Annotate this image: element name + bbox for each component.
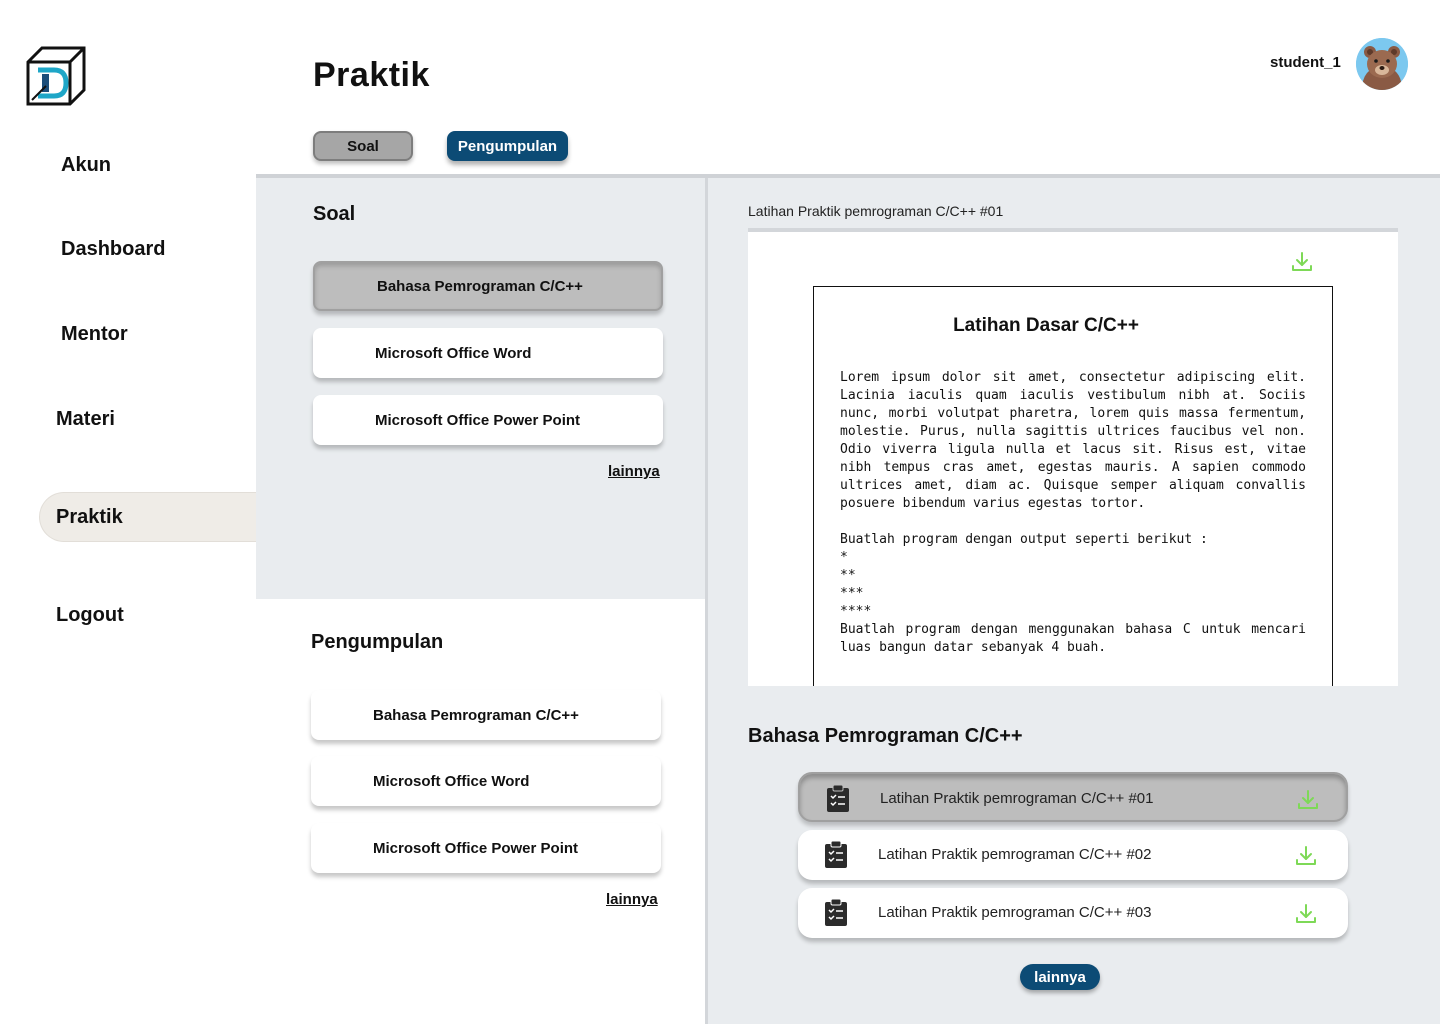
sidebar-item-logout[interactable]: Logout (56, 604, 124, 627)
download-icon (1296, 904, 1316, 923)
soal-item-word[interactable]: Microsoft Office Word (313, 328, 663, 378)
pengumpulan-more-link[interactable]: lainnya (606, 891, 658, 908)
pengumpulan-item-c[interactable]: Bahasa Pemrograman C/C++ (311, 690, 661, 740)
app-logo (24, 44, 88, 108)
sidebar-item-materi[interactable]: Materi (56, 408, 115, 431)
document-task-2: Buatlah program dengan menggunakan bahas… (840, 622, 1306, 655)
download-icon (1296, 846, 1316, 865)
tab-pengumpulan[interactable]: Pengumpulan (447, 131, 568, 161)
sidebar-item-praktik[interactable]: Praktik (56, 506, 123, 529)
sidebar-item-dashboard[interactable]: Dashboard (61, 238, 165, 261)
document-page: Latihan Dasar C/C++ Lorem ipsum dolor si… (813, 286, 1333, 686)
soal-more-link[interactable]: lainnya (608, 463, 660, 480)
document-body: Lorem ipsum dolor sit amet, consectetur … (840, 369, 1306, 657)
page-title: Praktik (313, 56, 430, 94)
pengumpulan-item-word[interactable]: Microsoft Office Word (311, 756, 661, 806)
soal-panel (256, 178, 705, 599)
sidebar-item-mentor[interactable]: Mentor (61, 323, 128, 346)
pengumpulan-title: Pengumpulan (311, 631, 444, 653)
cube-logo-icon (26, 46, 86, 106)
pattern-line: * (840, 550, 848, 565)
tab-soal[interactable]: Soal (313, 131, 413, 161)
clipboard-icon (825, 899, 847, 926)
document-task-1: Buatlah program dengan output seperti be… (840, 532, 1208, 547)
vertical-divider (705, 178, 708, 1024)
pattern-line: *** (840, 586, 864, 601)
download-icon[interactable] (1290, 250, 1314, 274)
file-row[interactable]: Latihan Praktik pemrograman C/C++ #03 (798, 888, 1348, 938)
files-more-button[interactable]: lainnya (1020, 964, 1100, 990)
files-title: Bahasa Pemrograman C/C++ (748, 725, 1023, 747)
clipboard-icon (825, 841, 847, 868)
file-row[interactable]: Latihan Praktik pemrograman C/C++ #01 (798, 772, 1348, 822)
file-name: Latihan Praktik pemrograman C/C++ #03 (878, 904, 1152, 921)
soal-item-c[interactable]: Bahasa Pemrograman C/C++ (313, 261, 663, 311)
preview-caption: Latihan Praktik pemrograman C/C++ #01 (748, 203, 1004, 219)
pattern-line: ** (840, 568, 856, 583)
pattern-line: **** (840, 604, 872, 619)
soal-item-powerpoint[interactable]: Microsoft Office Power Point (313, 395, 663, 445)
file-row[interactable]: Latihan Praktik pemrograman C/C++ #02 (798, 830, 1348, 880)
bear-avatar-icon (1356, 38, 1408, 90)
file-name: Latihan Praktik pemrograman C/C++ #02 (878, 846, 1152, 863)
username-label[interactable]: student_1 (1270, 54, 1341, 71)
document-preview[interactable]: Latihan Dasar C/C++ Lorem ipsum dolor si… (748, 228, 1398, 686)
document-paragraph: Lorem ipsum dolor sit amet, consectetur … (840, 370, 1306, 511)
clipboard-icon (827, 785, 849, 812)
soal-title: Soal (313, 203, 356, 225)
pengumpulan-item-powerpoint[interactable]: Microsoft Office Power Point (311, 823, 661, 873)
avatar[interactable] (1356, 38, 1408, 90)
file-name: Latihan Praktik pemrograman C/C++ #01 (880, 790, 1154, 807)
sidebar-item-akun[interactable]: Akun (61, 154, 111, 177)
download-icon (1298, 790, 1318, 809)
document-title: Latihan Dasar C/C++ (953, 315, 1139, 336)
